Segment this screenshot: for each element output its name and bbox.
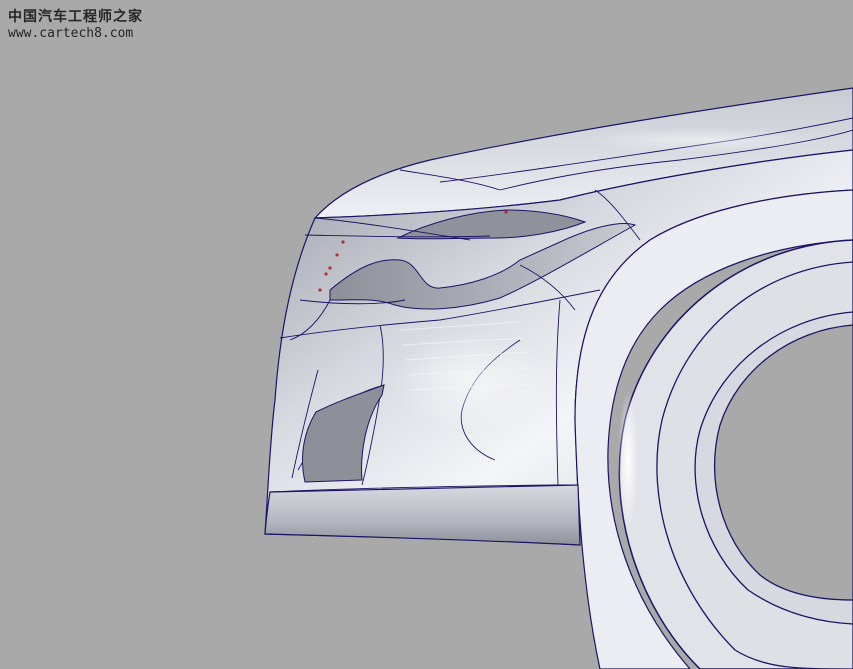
watermark-url: www.cartech8.com (8, 26, 134, 41)
tyre-highlight (618, 390, 638, 530)
car-fender-surface-model[interactable] (0, 0, 853, 669)
watermark-title: 中国汽车工程师之家 (8, 9, 143, 25)
body-reflection (390, 330, 550, 430)
cad-viewport[interactable]: 中国汽车工程师之家 www.cartech8.com (0, 0, 853, 669)
bumper-lower-lip[interactable] (264, 484, 581, 546)
watermark: 中国汽车工程师之家 www.cartech8.com (8, 8, 143, 42)
hood-reflection (580, 128, 820, 152)
